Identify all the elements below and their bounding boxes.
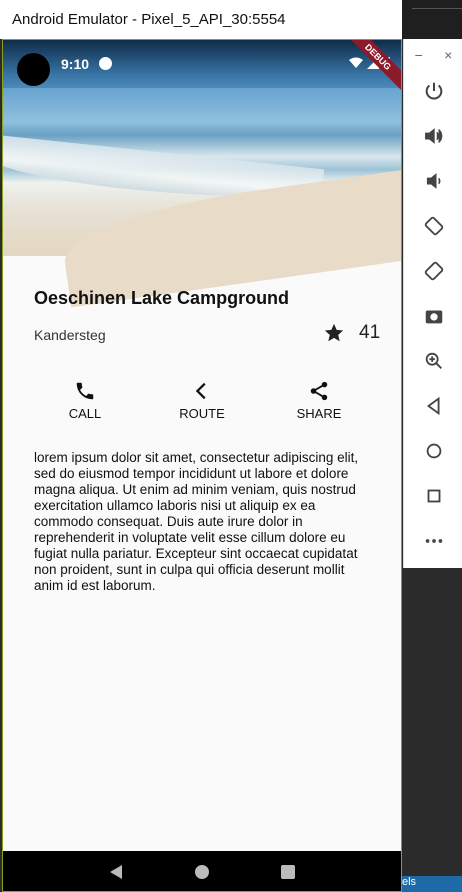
route-button[interactable]: ROUTE [167, 380, 237, 421]
wifi-icon [349, 57, 363, 68]
nav-back-icon[interactable] [108, 864, 124, 880]
share-icon [310, 381, 328, 401]
camera-cutout [17, 53, 50, 86]
call-button[interactable]: CALL [50, 380, 120, 421]
navigation-bar [3, 851, 401, 891]
action-row: CALL ROUTE SHARE [3, 380, 401, 421]
route-label: ROUTE [179, 406, 225, 421]
rating-count: 41 [359, 322, 381, 343]
close-button[interactable]: × [444, 47, 452, 63]
place-title: Oeschinen Lake Campground [34, 288, 290, 308]
overview-icon[interactable] [420, 482, 448, 510]
rotate-right-icon[interactable] [420, 257, 448, 285]
status-bar: 9:10 DEBUG [3, 40, 401, 94]
star-icon[interactable] [323, 322, 345, 344]
back-icon[interactable] [420, 392, 448, 420]
nav-overview-icon[interactable] [280, 864, 296, 880]
notification-icon [99, 57, 112, 70]
more-icon[interactable] [420, 527, 448, 555]
window-strip [402, 0, 462, 39]
place-location: Kandersteg [34, 327, 106, 343]
home-icon[interactable] [420, 437, 448, 465]
rating[interactable]: 41 [323, 322, 380, 344]
rotate-left-icon[interactable] [420, 212, 448, 240]
call-label: CALL [68, 406, 102, 421]
emulator-side-toolbar: − × [403, 39, 462, 568]
status-time: 9:10 [61, 56, 90, 72]
description-text: lorem ipsum dolor sit amet, consectetur … [34, 450, 359, 593]
zoom-icon[interactable] [420, 347, 448, 375]
minimize-button[interactable]: − [415, 47, 423, 63]
nav-home-icon[interactable] [194, 864, 210, 880]
share-label: SHARE [296, 406, 342, 421]
volume-up-icon[interactable] [420, 122, 448, 150]
taskbar-text: els [402, 876, 417, 888]
camera-icon[interactable] [420, 302, 448, 330]
share-button[interactable]: SHARE [284, 380, 354, 421]
phone-icon [76, 382, 94, 400]
window-title-bar: Android Emulator - Pixel_5_API_30:5554 [0, 0, 402, 39]
phone-screen: 9:10 DEBUG Oeschinen Lake Campground Kan… [2, 39, 402, 892]
taskbar-strip: els [402, 876, 462, 892]
power-icon[interactable] [420, 77, 448, 105]
volume-down-icon[interactable] [420, 167, 448, 195]
chevron-left-icon [195, 382, 206, 400]
window-title: Android Emulator - Pixel_5_API_30:5554 [12, 11, 286, 28]
